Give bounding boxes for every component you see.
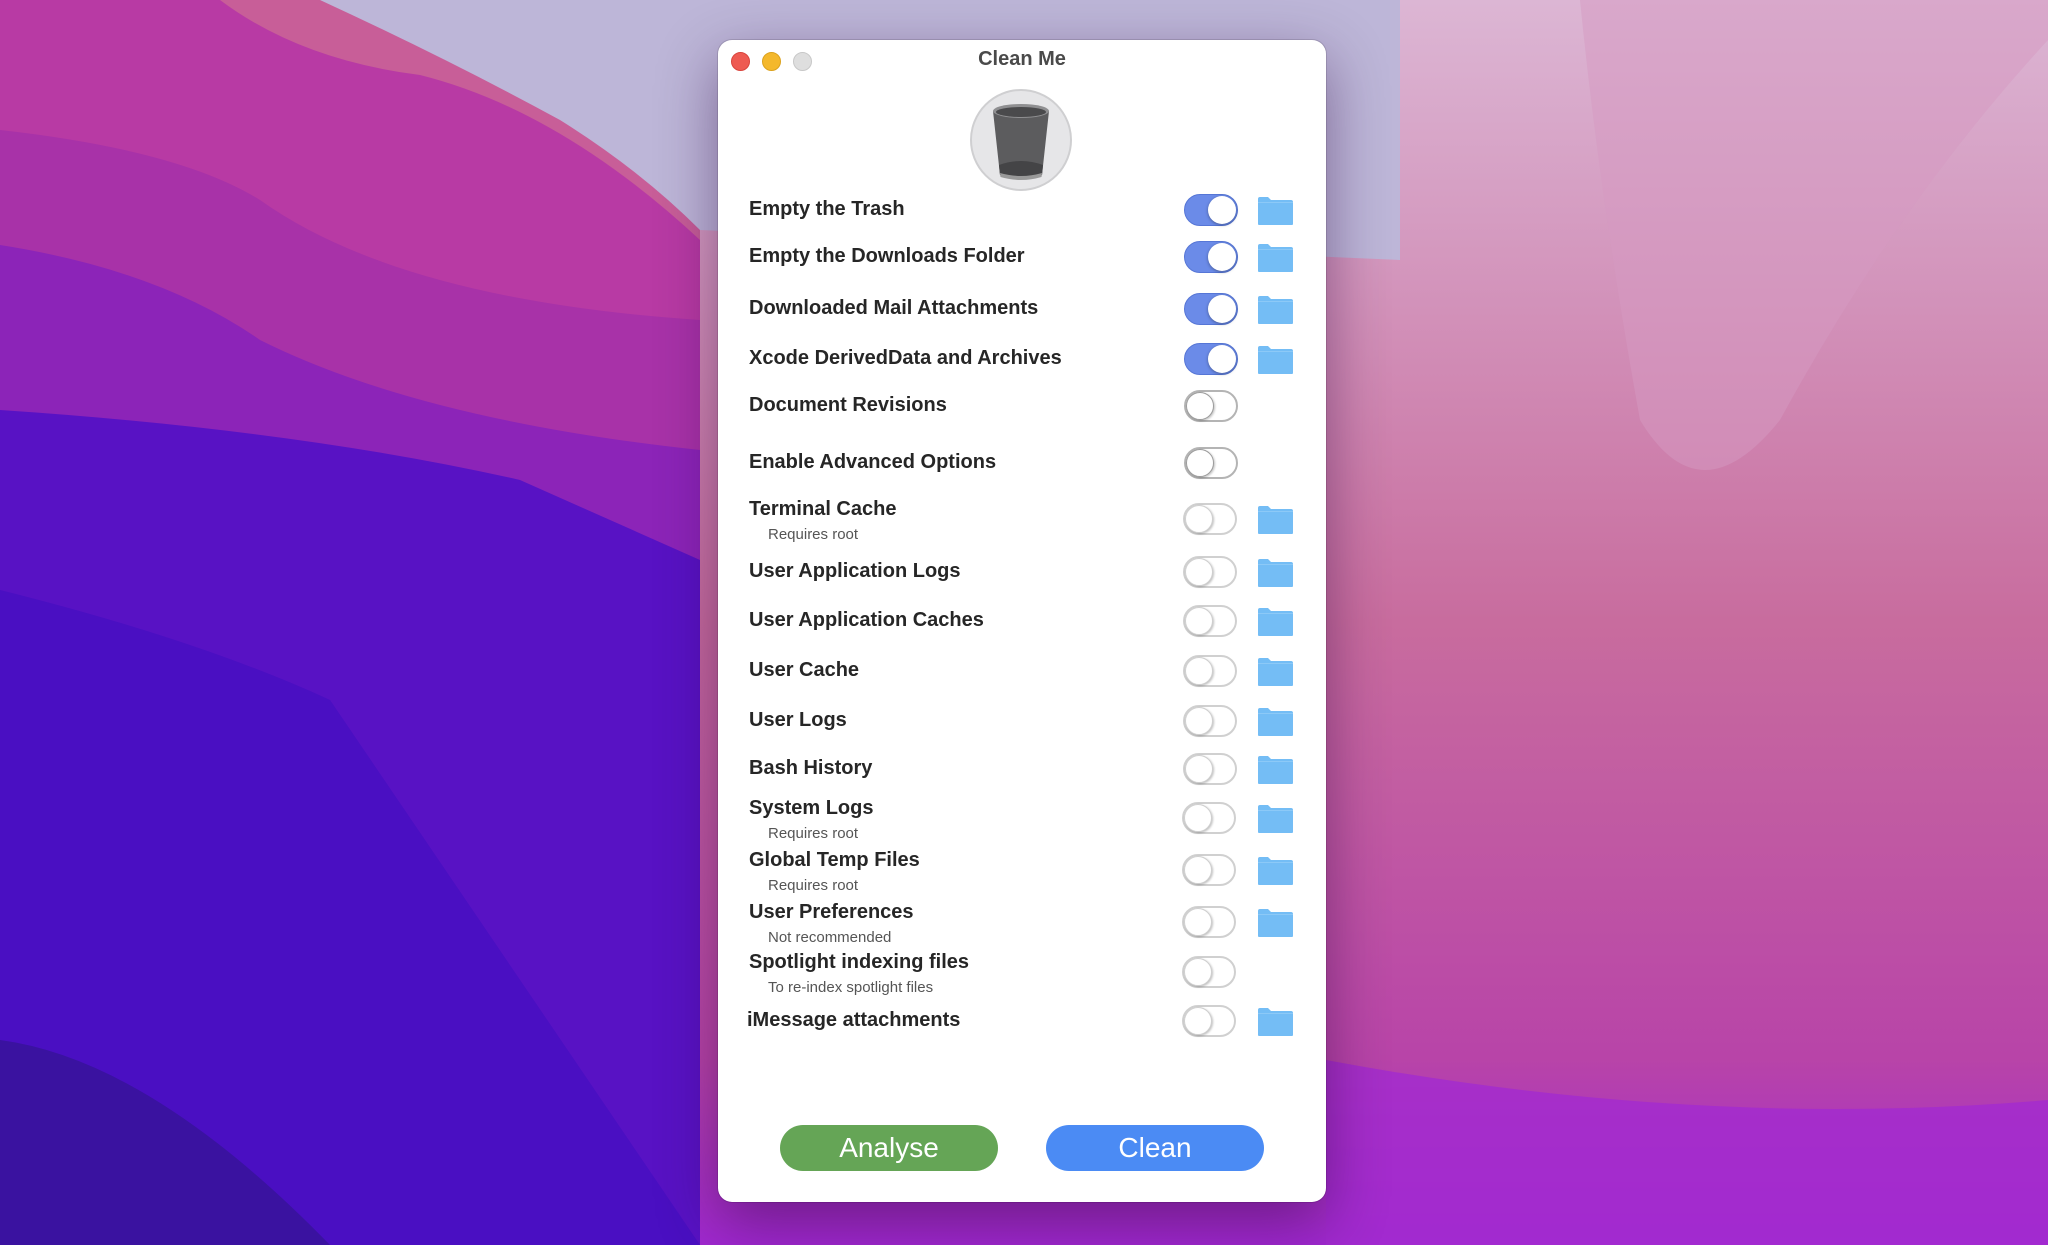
option-toggle[interactable] (1182, 802, 1236, 834)
toggle-knob (1208, 243, 1236, 271)
option-label: Xcode DerivedData and Archives (749, 347, 1062, 369)
option-label: Global Temp Files (749, 849, 920, 871)
option-toggle[interactable] (1184, 241, 1238, 273)
option-toggle[interactable] (1182, 854, 1236, 886)
option-toggle[interactable] (1184, 194, 1238, 226)
option-toggle[interactable] (1183, 503, 1237, 535)
open-folder-icon[interactable] (1257, 506, 1293, 534)
trash-icon (993, 104, 1049, 180)
option-toggle[interactable] (1184, 390, 1238, 422)
toggle-knob (1208, 345, 1236, 373)
option-label: Bash History (749, 757, 873, 779)
open-folder-icon[interactable] (1257, 756, 1293, 784)
option-toggle[interactable] (1183, 556, 1237, 588)
option-toggle[interactable] (1183, 705, 1237, 737)
option-label: Empty the Trash (749, 198, 905, 220)
option-toggle[interactable] (1183, 655, 1237, 687)
option-toggle[interactable] (1182, 956, 1236, 988)
open-folder-icon[interactable] (1257, 1008, 1293, 1036)
toggle-knob (1186, 449, 1214, 477)
open-folder-icon[interactable] (1257, 805, 1293, 833)
toggle-knob (1184, 804, 1212, 832)
open-folder-icon[interactable] (1257, 857, 1293, 885)
option-toggle[interactable] (1183, 753, 1237, 785)
option-toggle[interactable] (1182, 906, 1236, 938)
toggle-knob (1184, 908, 1212, 936)
analyse-button[interactable]: Analyse (780, 1125, 998, 1171)
toggle-knob (1208, 196, 1236, 224)
toggle-knob (1185, 505, 1213, 533)
option-sublabel: Not recommended (768, 929, 892, 946)
option-label: User Application Logs (749, 560, 961, 582)
option-label: Downloaded Mail Attachments (749, 297, 1039, 319)
window-title: Clean Me (978, 48, 1066, 70)
open-folder-icon[interactable] (1257, 197, 1293, 225)
option-label: iMessage attachments (747, 1009, 961, 1031)
option-toggle[interactable] (1184, 447, 1238, 479)
option-sublabel: To re-index spotlight files (768, 979, 934, 996)
toggle-knob (1185, 558, 1213, 586)
toggle-knob (1184, 958, 1212, 986)
toggle-knob (1185, 657, 1213, 685)
option-label: Spotlight indexing files (749, 951, 969, 973)
app-logo (970, 89, 1072, 191)
toggle-knob (1186, 392, 1214, 420)
option-label: User Logs (749, 709, 847, 731)
toggle-knob (1185, 607, 1213, 635)
clean-button[interactable]: Clean (1046, 1125, 1264, 1171)
option-sublabel: Requires root (768, 526, 859, 543)
option-label: User Cache (749, 659, 860, 681)
toggle-knob (1184, 856, 1212, 884)
option-label: User Preferences (749, 901, 914, 923)
toggle-knob (1208, 295, 1236, 323)
option-label: Enable Advanced Options (749, 451, 997, 473)
option-label: Document Revisions (749, 394, 947, 416)
option-toggle[interactable] (1184, 293, 1238, 325)
toggle-knob (1184, 1007, 1212, 1035)
open-folder-icon[interactable] (1257, 296, 1293, 324)
open-folder-icon[interactable] (1257, 559, 1293, 587)
toggle-knob (1185, 755, 1213, 783)
option-sublabel: Requires root (768, 825, 859, 842)
open-folder-icon[interactable] (1257, 708, 1293, 736)
option-label: Terminal Cache (749, 498, 897, 520)
option-label: Empty the Downloads Folder (749, 245, 1025, 267)
option-sublabel: Requires root (768, 877, 859, 894)
toggle-knob (1185, 707, 1213, 735)
open-folder-icon[interactable] (1257, 658, 1293, 686)
option-toggle[interactable] (1182, 1005, 1236, 1037)
open-folder-icon[interactable] (1257, 608, 1293, 636)
option-toggle[interactable] (1183, 605, 1237, 637)
open-folder-icon[interactable] (1257, 346, 1293, 374)
open-folder-icon[interactable] (1257, 244, 1293, 272)
option-label: User Application Caches (749, 609, 984, 631)
option-label: System Logs (749, 797, 874, 819)
open-folder-icon[interactable] (1257, 909, 1293, 937)
option-toggle[interactable] (1184, 343, 1238, 375)
